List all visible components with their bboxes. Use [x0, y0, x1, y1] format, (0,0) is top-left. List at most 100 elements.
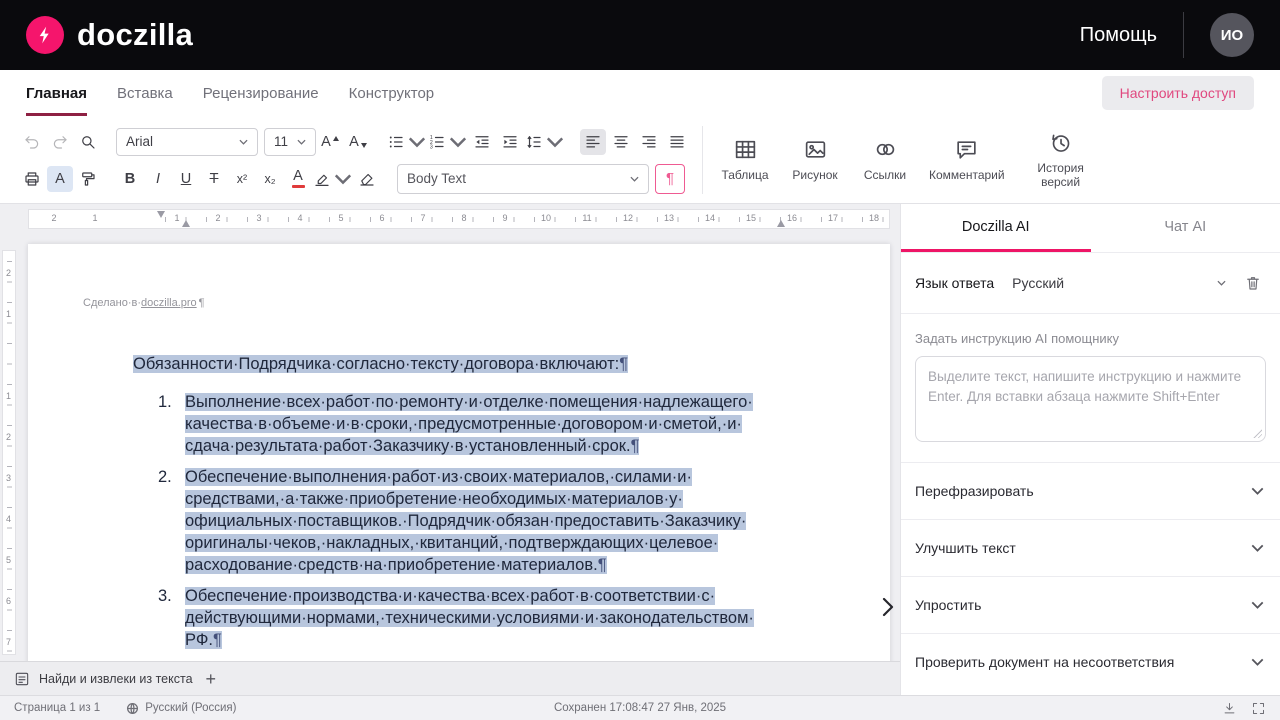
strikethrough-button[interactable]: T [201, 166, 227, 192]
fullscreen-button[interactable] [1251, 701, 1266, 716]
picture-button[interactable]: Рисунок [785, 133, 845, 187]
selected-text: Обеспечение·​производства·​и·​качества·​… [185, 587, 754, 649]
topbar-right: Помощь ИО [1080, 12, 1254, 58]
collapse-panel-button[interactable] [874, 585, 900, 629]
bold-button[interactable]: B [117, 166, 143, 192]
ribbon-tab-insert[interactable]: Вставка [117, 70, 173, 116]
redo-icon [53, 135, 67, 149]
ruler-number: 3 [256, 213, 262, 223]
formatting-marks-button[interactable]: ¶ [655, 163, 685, 194]
ruler-number: 4 [6, 514, 12, 524]
ribbon-tab-constructor[interactable]: Конструктор [349, 70, 435, 116]
list-number: 3. [158, 587, 172, 605]
text-select-button[interactable]: A [47, 165, 73, 192]
instruction-input[interactable]: Выделите текст, напишите инструкцию и на… [915, 356, 1266, 442]
search-button[interactable] [75, 129, 101, 155]
font-color-button[interactable]: A [285, 166, 311, 192]
ruler-number: 10 [540, 213, 552, 223]
indent-button[interactable] [497, 129, 523, 155]
logo[interactable]: doczilla [26, 16, 193, 54]
ruler-number: 5 [338, 213, 344, 223]
doc-list-item: 2. Обеспечение·​выполнения·​работ·​из·​св… [158, 466, 775, 576]
line-spacing-button[interactable] [525, 129, 564, 155]
action-paraphrase[interactable]: Перефразировать [901, 462, 1280, 519]
made-in-prefix: Сделано·​в·​ [83, 297, 142, 309]
ruler-number: 13 [663, 213, 675, 223]
answer-language-select[interactable]: Русский [1002, 268, 1236, 298]
table-button[interactable]: Таблица [715, 133, 775, 187]
insert-buttons: Таблица Рисунок Ссылки Комментарий Истор… [711, 116, 1103, 204]
align-left-button[interactable] [580, 128, 606, 155]
subscript-button[interactable]: x₂ [257, 166, 283, 192]
clear-instruction-button[interactable] [1244, 274, 1262, 292]
bullet-list-icon [389, 136, 403, 147]
ruler-number: 9 [502, 213, 508, 223]
page-indicator: Страница 1 из 1 [14, 702, 101, 714]
grow-font-button[interactable]: A [317, 129, 343, 155]
ribbon-tab-main[interactable]: Главная [26, 70, 88, 116]
undo-button[interactable] [19, 129, 45, 155]
answer-language-row: Язык ответа Русский [901, 253, 1280, 313]
first-line-indent-marker[interactable] [157, 211, 165, 218]
comment-button[interactable]: Комментарий [925, 133, 1009, 187]
configure-access-button[interactable]: Настроить доступ [1101, 76, 1254, 110]
paragraph-style-select[interactable]: Body Text [397, 163, 649, 194]
chevron-down-icon [297, 139, 306, 145]
action-improve-text[interactable]: Улучшить текст [901, 519, 1280, 576]
selected-text: Выполнение·​всех·​работ·​по·​ремонту·​и·… [185, 393, 753, 455]
chevron-down-icon [239, 139, 248, 145]
hanging-indent-marker[interactable] [182, 220, 190, 227]
eraser-button[interactable] [354, 166, 380, 192]
document-language[interactable]: Русский (Россия) [126, 702, 236, 715]
format-painter-button[interactable] [75, 166, 101, 192]
chevron-down-icon [1251, 544, 1264, 552]
align-justify-button[interactable] [664, 129, 690, 155]
version-history-button[interactable]: История версий [1019, 126, 1103, 194]
avatar[interactable]: ИО [1210, 13, 1254, 57]
document-page[interactable]: Сделано·​в·​doczilla.pro ¶ Обязанности·​П… [28, 244, 890, 695]
made-in-link[interactable]: doczilla.pro [141, 297, 197, 309]
selected-text: Обеспечение·​выполнения·​работ·​из·​свои… [185, 468, 747, 574]
doc-list-item: 3. Обеспечение·​производства·​и·​качества… [158, 585, 775, 651]
lightning-icon [26, 16, 64, 54]
underline-button[interactable]: U [173, 166, 199, 192]
ruler-number: 1 [174, 213, 180, 223]
action-check-document[interactable]: Проверить документ на несоответствия [901, 633, 1280, 690]
tab-doczilla-ai[interactable]: Doczilla AI [901, 204, 1091, 252]
action-simplify[interactable]: Упростить [901, 576, 1280, 633]
format-painter-icon [82, 171, 95, 186]
line-spacing-icon [527, 135, 541, 148]
ribbon-tab-review[interactable]: Рецензирование [203, 70, 319, 116]
align-center-button[interactable] [608, 129, 634, 155]
font-size-select[interactable]: 11 [264, 127, 316, 156]
shrink-font-button[interactable]: A [345, 129, 371, 155]
redo-button[interactable] [47, 129, 73, 155]
doc-list: 1. Выполнение·​всех·​работ·​по·​ремонту·​… [83, 391, 775, 682]
superscript-button[interactable]: x² [229, 166, 255, 192]
ruler-number: 14 [704, 213, 716, 223]
ai-panel-tabs: Doczilla AI Чат AI [901, 204, 1280, 253]
print-button[interactable] [19, 166, 45, 192]
extract-bar[interactable]: Найди и извлеки из текста + [0, 661, 900, 695]
ruler-number: 17 [827, 213, 839, 223]
ruler-number: 4 [297, 213, 303, 223]
numbered-list-icon: 123 [430, 135, 444, 150]
links-button[interactable]: Ссылки [855, 133, 915, 187]
add-extract-button[interactable]: + [206, 670, 217, 688]
ruler-number: 6 [6, 596, 12, 606]
bullet-list-button[interactable] [387, 129, 426, 155]
search-icon [82, 135, 95, 149]
download-button[interactable] [1222, 701, 1237, 716]
outdent-button[interactable] [469, 129, 495, 155]
align-right-button[interactable] [636, 129, 662, 155]
ruler-number: 1 [6, 391, 12, 401]
font-family-select[interactable]: Arial [116, 127, 258, 156]
italic-button[interactable]: I [145, 166, 171, 192]
highlighter-button[interactable] [313, 166, 352, 192]
help-link[interactable]: Помощь [1080, 24, 1157, 47]
align-right-icon [642, 135, 656, 147]
instruction-placeholder: Выделите текст, напишите инструкцию и на… [928, 369, 1242, 405]
numbered-list-button[interactable]: 123 [428, 129, 467, 155]
tab-chat-ai[interactable]: Чат AI [1091, 204, 1280, 252]
right-indent-marker[interactable] [777, 220, 785, 227]
